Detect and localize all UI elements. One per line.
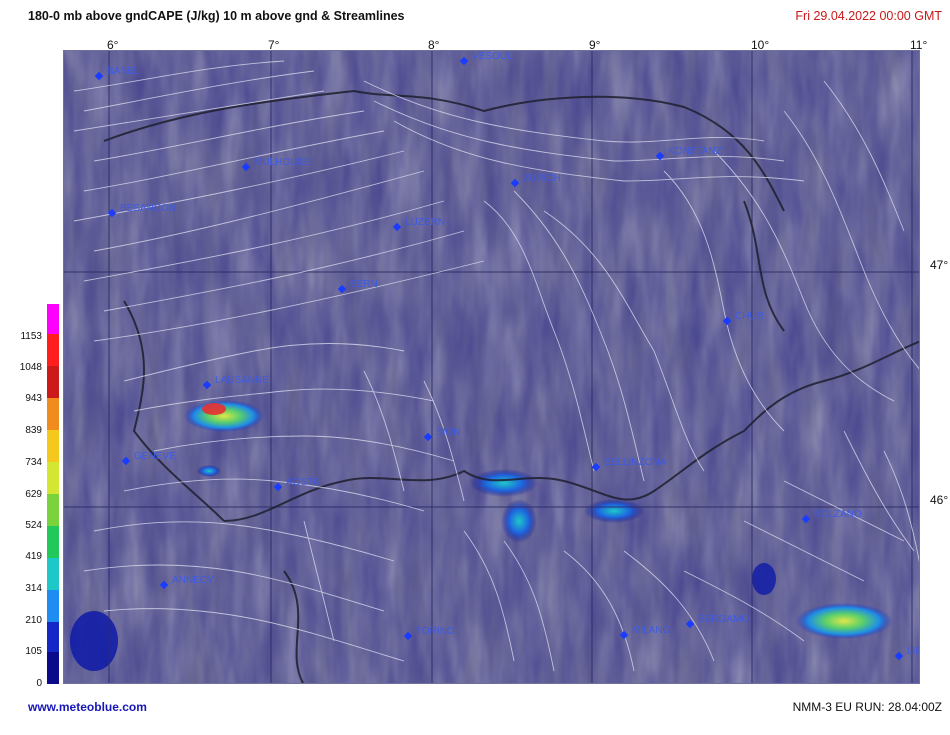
cape-core-geneva bbox=[202, 403, 226, 415]
city-label: AOSTA bbox=[286, 477, 319, 488]
city-label: KONSTANZ bbox=[668, 146, 722, 157]
cape-area-valais bbox=[501, 499, 537, 543]
city-label: GENEVE bbox=[134, 451, 176, 462]
colorbar-segment bbox=[47, 398, 59, 430]
city-label: SION bbox=[436, 427, 460, 438]
city-label: BESANCON bbox=[120, 203, 176, 214]
city-label: VESOUL bbox=[472, 51, 513, 62]
colorbar-segment bbox=[47, 366, 59, 398]
city-label: CHUR bbox=[735, 311, 764, 322]
colorbar-label: 1153 bbox=[20, 331, 42, 342]
city-label: LIENZ bbox=[907, 646, 920, 657]
colorbar-label: 0 bbox=[36, 678, 42, 689]
cape-area-southwest bbox=[70, 611, 118, 671]
cape-area-small bbox=[197, 465, 221, 477]
colorbar-segment bbox=[47, 304, 59, 334]
city-label: TORINO bbox=[416, 626, 455, 637]
colorbar-segment bbox=[47, 462, 59, 494]
colorbar-label: 419 bbox=[25, 551, 42, 562]
colorbar-label: 105 bbox=[25, 646, 42, 657]
colorbar-label: 1048 bbox=[19, 362, 42, 373]
cape-area-east bbox=[752, 563, 776, 595]
latitude-label-47: 47° bbox=[930, 258, 949, 272]
cape-streamline-map: BASEL VESOUL MULHOUSE ZURICH BESANCON LU… bbox=[63, 50, 920, 684]
colorbar-segment bbox=[47, 494, 59, 526]
city-label: LAUSANNE bbox=[215, 375, 269, 386]
model-run-info: NMM-3 EU RUN: 28.04:00Z bbox=[792, 700, 942, 714]
colorbar-label: 839 bbox=[25, 425, 42, 436]
colorbar-label: 734 bbox=[25, 457, 42, 468]
city-label: BERN bbox=[350, 279, 378, 290]
colorbar-label: 629 bbox=[25, 489, 42, 500]
cape-colorbar bbox=[47, 304, 59, 684]
colorbar-segment bbox=[47, 652, 59, 684]
city-label: MILANO bbox=[632, 625, 671, 636]
cape-area-garda bbox=[796, 603, 892, 639]
latitude-label-46: 46° bbox=[930, 493, 949, 507]
chart-title: 180-0 mb above gndCAPE (J/kg) 10 m above… bbox=[28, 9, 405, 23]
colorbar-label: 524 bbox=[25, 520, 42, 531]
meteoblue-link[interactable]: www.meteoblue.com bbox=[28, 700, 147, 714]
city-label: BOLZANO bbox=[814, 509, 862, 520]
cape-area-ticino bbox=[584, 499, 644, 523]
colorbar-segment bbox=[47, 622, 59, 652]
city-label: ANNECY bbox=[172, 575, 214, 586]
colorbar-segment bbox=[47, 334, 59, 366]
cape-area-aosta bbox=[470, 469, 538, 497]
colorbar-label: 314 bbox=[25, 583, 42, 594]
cape-area-geneva bbox=[184, 400, 264, 432]
city-label: BASEL bbox=[107, 66, 140, 77]
city-label: BERGAMO bbox=[698, 614, 749, 625]
colorbar-segment bbox=[47, 558, 59, 590]
colorbar-label: 943 bbox=[25, 393, 42, 404]
city-label: BELLINZONA bbox=[604, 457, 667, 468]
colorbar-segment bbox=[47, 430, 59, 462]
terrain-texture bbox=[64, 51, 919, 683]
forecast-datetime: Fri 29.04.2022 00:00 GMT bbox=[795, 9, 942, 23]
city-label: LUZERN bbox=[405, 217, 445, 228]
colorbar-label: 210 bbox=[25, 615, 42, 626]
city-label: MULHOUSE bbox=[254, 157, 311, 168]
colorbar-segment bbox=[47, 526, 59, 558]
city-label: ZURICH bbox=[523, 173, 561, 184]
colorbar-segment bbox=[47, 590, 59, 622]
map-canvas: BASEL VESOUL MULHOUSE ZURICH BESANCON LU… bbox=[64, 51, 920, 683]
